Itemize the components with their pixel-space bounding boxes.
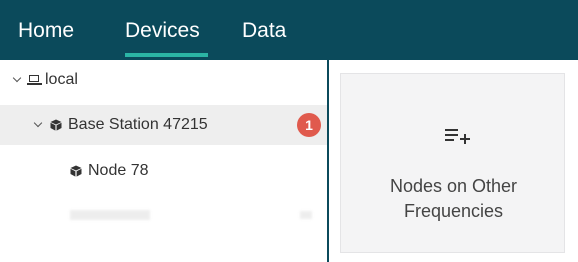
active-tab-indicator xyxy=(125,53,208,57)
chevron-down-icon[interactable] xyxy=(12,75,22,85)
cube-icon xyxy=(70,165,82,177)
tree-item-label: Node 78 xyxy=(88,162,149,179)
playlist-add-icon xyxy=(445,129,470,144)
pane-divider[interactable] xyxy=(327,60,329,262)
laptop-icon xyxy=(27,74,42,86)
chevron-down-icon[interactable] xyxy=(33,120,43,130)
card-label-line1: Nodes on Other xyxy=(389,176,518,196)
device-tree: local Base Station 47215 1 Node 78 xyxy=(0,60,327,262)
tab-home[interactable]: Home xyxy=(18,18,74,44)
tree-item-local[interactable]: local xyxy=(0,68,327,92)
tree-item-node[interactable]: Node 78 xyxy=(0,158,327,184)
top-nav-bar: Home Devices Data xyxy=(0,0,578,60)
tree-item-base-station[interactable]: Base Station 47215 1 xyxy=(0,105,327,145)
cube-icon xyxy=(50,119,62,131)
tree-item-label: Base Station 47215 xyxy=(68,116,208,133)
tab-devices[interactable]: Devices xyxy=(125,18,200,44)
nodes-on-other-frequencies-card[interactable]: Nodes on Other Frequencies xyxy=(340,73,565,253)
notification-badge: 1 xyxy=(297,113,321,137)
faded-tree-item xyxy=(0,202,327,228)
tree-item-label: local xyxy=(45,71,78,88)
tab-data[interactable]: Data xyxy=(242,18,286,44)
card-label: Nodes on Other Frequencies xyxy=(341,174,566,224)
card-label-line2: Frequencies xyxy=(403,201,504,221)
